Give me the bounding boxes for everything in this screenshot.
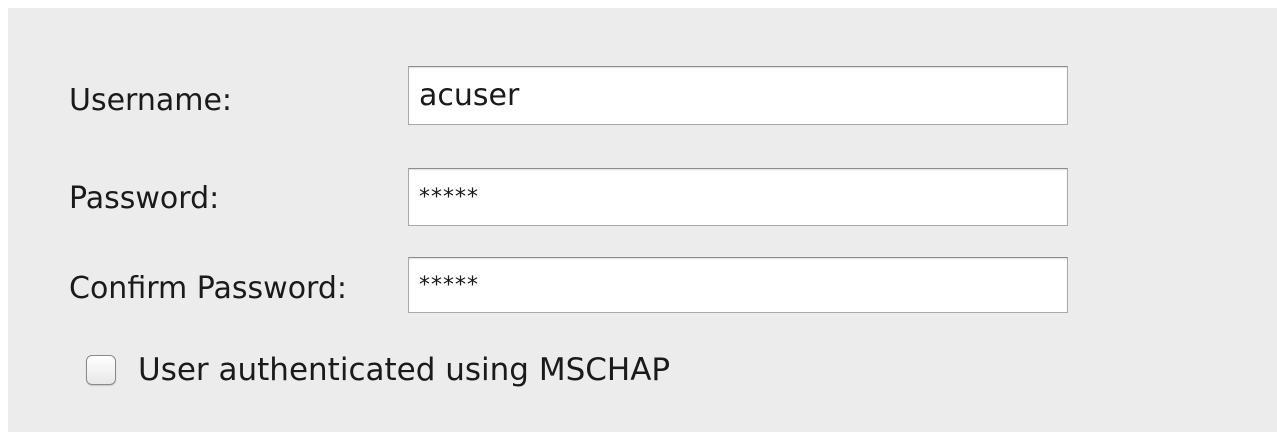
username-label: Username: — [69, 83, 233, 118]
mschap-checkbox[interactable] — [86, 355, 116, 385]
confirm-password-input[interactable] — [408, 257, 1068, 313]
credentials-panel: Username: Password: Confirm Password: Us… — [8, 8, 1277, 432]
username-input[interactable] — [408, 66, 1068, 125]
password-input[interactable] — [408, 168, 1068, 226]
mschap-checkbox-row[interactable]: User authenticated using MSCHAP — [86, 352, 670, 388]
confirm-password-label: Confirm Password: — [69, 271, 348, 306]
password-label: Password: — [69, 181, 220, 216]
mschap-checkbox-label[interactable]: User authenticated using MSCHAP — [138, 352, 670, 388]
